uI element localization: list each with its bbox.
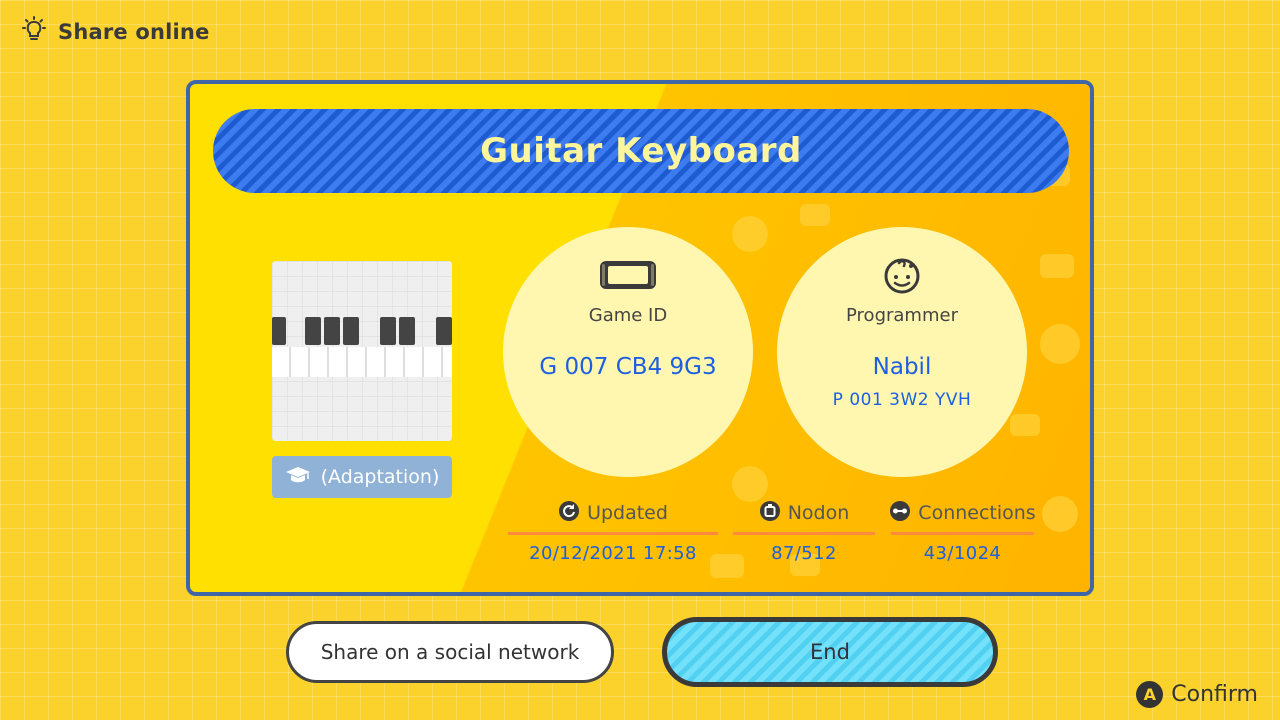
game-id-panel: Game ID G 007 CB4 9G3 — [503, 227, 753, 477]
connections-underline — [891, 532, 1034, 535]
keyboard-thumbnail-image — [272, 261, 452, 441]
game-id-label: Game ID — [588, 305, 668, 326]
game-id-value: G 007 CB4 9G3 — [539, 354, 717, 380]
face-icon — [882, 255, 922, 295]
adaptation-label: (Adaptation) — [320, 466, 440, 488]
graduation-cap-icon — [285, 465, 311, 489]
header-title: Share online — [58, 20, 210, 44]
a-button-icon: A — [1136, 681, 1164, 708]
nodon-value: 87/512 — [771, 543, 837, 564]
confirm-label: Confirm — [1171, 682, 1258, 707]
programmer-label: Programmer — [846, 305, 958, 326]
stat-connections: Connections 43/1024 — [889, 498, 1036, 564]
confirm-hint[interactable]: A Confirm — [1136, 681, 1258, 708]
programmer-name: Nabil — [872, 354, 932, 380]
updated-value: 20/12/2021 17:58 — [529, 543, 697, 564]
nodon-label: Nodon — [787, 502, 850, 524]
programmer-panel: Programmer Nabil P 001 3W2 YVH — [777, 227, 1027, 477]
adaptation-badge: (Adaptation) — [272, 456, 452, 498]
game-info-card: Guitar Keyboard (Adaptation) Game ID G 0… — [186, 80, 1094, 596]
nodon-icon — [759, 500, 781, 526]
console-icon — [599, 255, 657, 295]
programmer-id: P 001 3W2 YVH — [832, 390, 972, 410]
share-social-button[interactable]: Share on a social network — [286, 621, 614, 683]
connections-label: Connections — [918, 502, 1036, 524]
link-icon — [889, 500, 911, 526]
lightbulb-icon — [20, 16, 48, 48]
title-banner: Guitar Keyboard — [213, 109, 1069, 193]
updated-label: Updated — [587, 502, 668, 524]
stat-nodon: Nodon 87/512 — [733, 498, 875, 564]
refresh-icon — [558, 500, 580, 526]
connections-value: 43/1024 — [923, 543, 1002, 564]
game-thumbnail[interactable] — [272, 261, 452, 441]
nodon-underline — [733, 532, 875, 535]
stat-updated: Updated 20/12/2021 17:58 — [508, 498, 718, 564]
end-button[interactable]: End — [662, 617, 998, 687]
updated-underline — [508, 532, 718, 535]
game-title: Guitar Keyboard — [480, 131, 802, 171]
header: Share online — [20, 16, 210, 48]
